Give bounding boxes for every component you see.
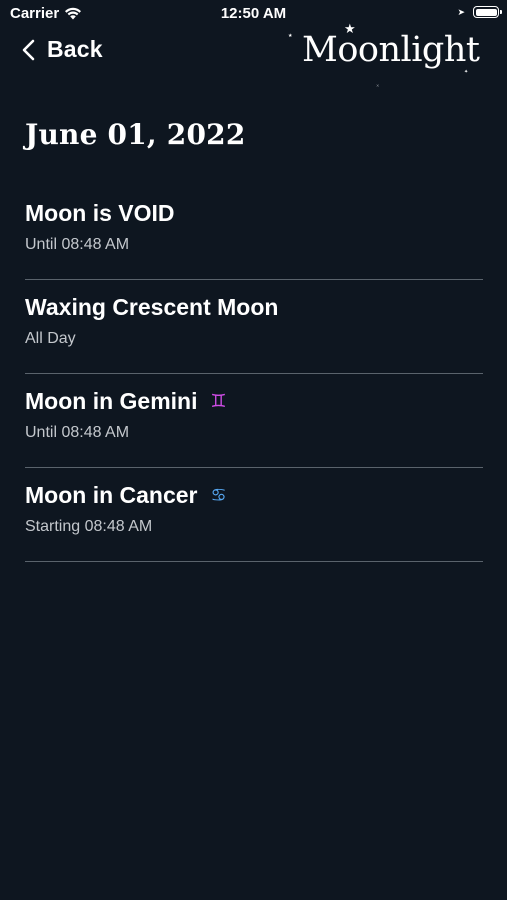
star-icon: ✦ xyxy=(464,69,469,75)
event-title-text: Waxing Crescent Moon xyxy=(25,294,279,320)
list-item[interactable]: Moon is VOID Until 08:48 AM xyxy=(25,186,483,280)
list-item[interactable]: Waxing Crescent Moon All Day xyxy=(25,280,483,374)
location-arrow-icon: ➤ xyxy=(457,6,465,17)
event-subtitle: All Day xyxy=(25,330,76,347)
event-title: Moon in Gemini ♊ xyxy=(25,388,230,415)
back-button[interactable]: Back xyxy=(22,36,103,63)
event-title-text: Moon in Gemini xyxy=(25,388,198,414)
back-label: Back xyxy=(47,36,103,62)
status-indicators: ➤ xyxy=(457,6,502,18)
gemini-icon: ♊ xyxy=(210,391,227,412)
event-title: Waxing Crescent Moon xyxy=(25,294,278,321)
list-item[interactable]: Moon in Cancer ♋ Starting 08:48 AM xyxy=(25,468,483,562)
status-time: 12:50 AM xyxy=(220,5,287,22)
chevron-left-icon xyxy=(22,39,35,61)
star-icon: ✕ xyxy=(376,83,380,88)
event-list: Moon is VOID Until 08:48 AM Waxing Cresc… xyxy=(25,186,483,562)
moonlight-logo: ★ ★ ✕ ✦ Moonlight xyxy=(288,22,480,88)
event-title: Moon in Cancer ♋ xyxy=(25,482,230,509)
event-subtitle: Starting 08:48 AM xyxy=(25,518,153,535)
list-item[interactable]: Moon in Gemini ♊ Until 08:48 AM xyxy=(25,374,483,468)
event-title-text: Moon is VOID xyxy=(25,200,175,226)
event-title: Moon is VOID xyxy=(25,200,175,227)
star-icon: ★ xyxy=(288,33,293,39)
page-title: June 01, 2022 xyxy=(25,118,246,151)
event-subtitle: Until 08:48 AM xyxy=(25,236,130,253)
event-subtitle: Until 08:48 AM xyxy=(25,424,130,441)
battery-icon xyxy=(473,6,502,18)
cancer-icon: ♋ xyxy=(210,485,227,506)
event-title-text: Moon in Cancer xyxy=(25,482,198,508)
brand-name: Moonlight xyxy=(302,30,480,70)
battery-level xyxy=(475,8,497,16)
